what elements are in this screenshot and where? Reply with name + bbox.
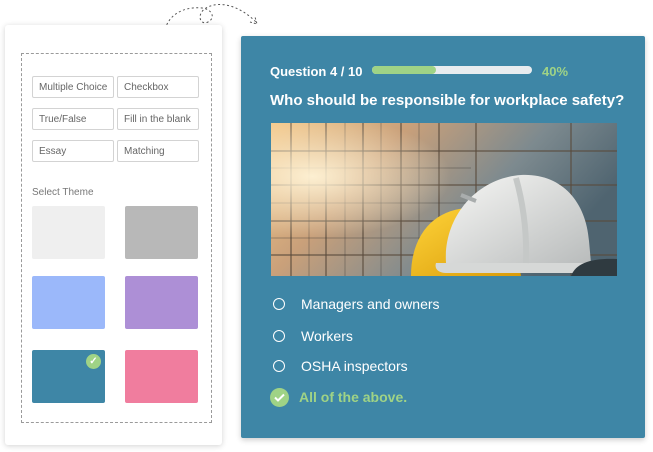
question-text: Who should be responsible for workplace …: [270, 92, 625, 109]
radio-icon[interactable]: [273, 360, 285, 372]
qtype-essay[interactable]: Essay: [32, 140, 114, 162]
theme-swatch-light-gray[interactable]: [32, 206, 105, 259]
question-image-hardhat: [271, 123, 617, 276]
radio-icon[interactable]: [273, 298, 285, 310]
answer-option-3[interactable]: OSHA inspectors: [273, 356, 408, 376]
theme-swatch-teal[interactable]: ✓: [32, 350, 105, 403]
builder-dashed-area: Multiple Choice Checkbox True/False Fill…: [21, 53, 212, 423]
answer-option-1[interactable]: Managers and owners: [273, 294, 440, 314]
quiz-preview-card: Question 4 / 10 40% Who should be respon…: [241, 36, 645, 438]
theme-swatch-blue[interactable]: [32, 276, 105, 329]
theme-swatch-gray[interactable]: [125, 206, 198, 259]
progress-percent: 40%: [542, 64, 569, 79]
check-icon: [274, 393, 285, 402]
answer-option-2[interactable]: Workers: [273, 326, 353, 346]
select-theme-label: Select Theme: [32, 187, 94, 198]
qtype-matching[interactable]: Matching: [117, 140, 199, 162]
answer-option-label: OSHA inspectors: [301, 358, 408, 374]
qtype-checkbox[interactable]: Checkbox: [117, 76, 199, 98]
progress-bar: [372, 66, 532, 74]
qtype-true-false[interactable]: True/False: [32, 108, 114, 130]
radio-icon[interactable]: [273, 330, 285, 342]
answer-option-label: Workers: [301, 328, 353, 344]
answer-option-label-selected: All of the above.: [299, 389, 408, 405]
question-counter: Question 4 / 10: [270, 64, 363, 79]
progress-bar-fill: [372, 66, 436, 74]
theme-swatch-pink[interactable]: [125, 350, 198, 403]
answer-option-label: Managers and owners: [301, 296, 440, 312]
quiz-builder-panel: Multiple Choice Checkbox True/False Fill…: [5, 25, 222, 445]
qtype-fill-in-the-blank[interactable]: Fill in the blank: [117, 108, 199, 130]
answer-option-4[interactable]: All of the above.: [270, 387, 408, 407]
check-icon: ✓: [86, 354, 101, 369]
theme-swatch-purple[interactable]: [125, 276, 198, 329]
qtype-multiple-choice[interactable]: Multiple Choice: [32, 76, 114, 98]
check-circle-icon[interactable]: [270, 387, 289, 407]
